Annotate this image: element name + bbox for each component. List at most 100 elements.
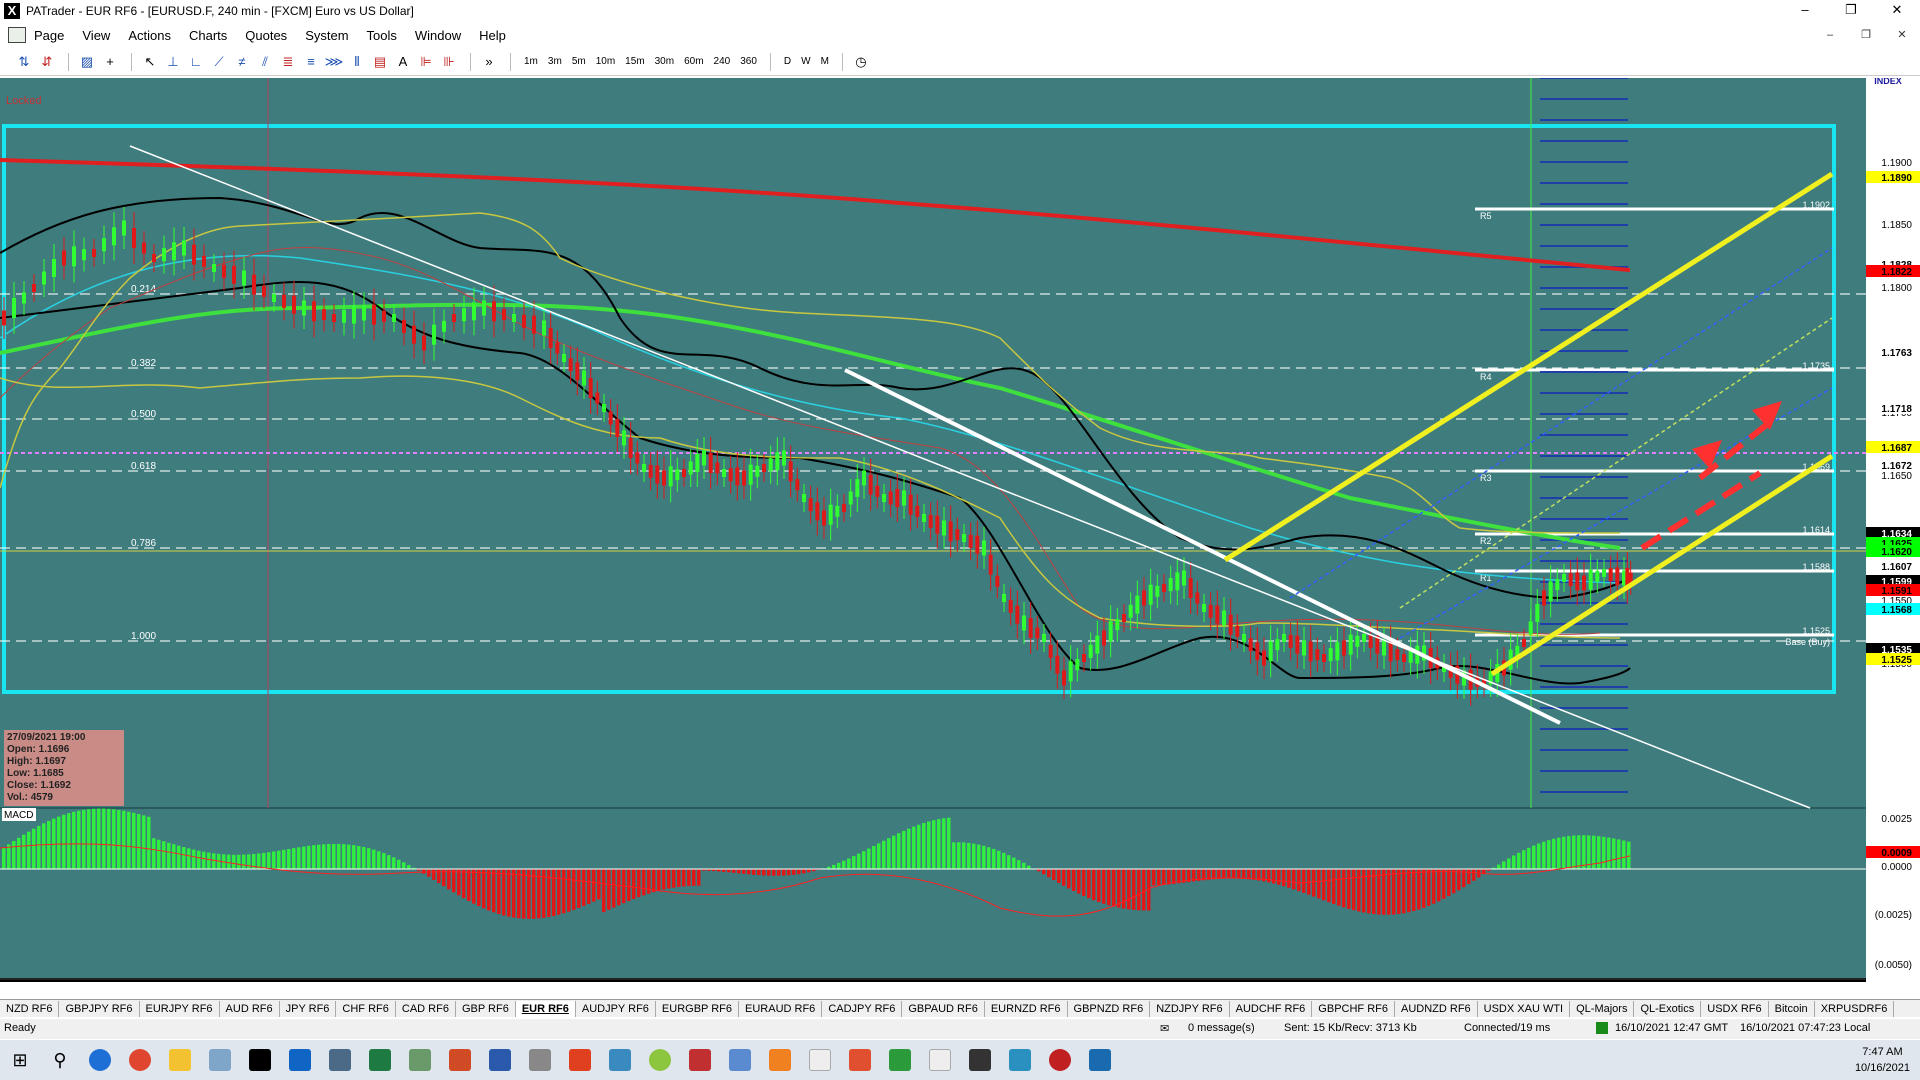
status-messages[interactable]: 0 message(s) — [1188, 1022, 1255, 1034]
symbol-tab[interactable]: GBP RF6 — [456, 1000, 516, 1017]
symbol-tab[interactable]: NZD RF6 — [0, 1000, 60, 1017]
menu-system[interactable]: System — [305, 28, 348, 43]
trend-line-icon[interactable]: ⟋ — [209, 52, 229, 72]
mdi-minimize-button[interactable]: – — [1812, 24, 1848, 46]
symbol-tab[interactable]: XRPUSDRF6 — [1815, 1000, 1895, 1017]
app-icon-10[interactable] — [920, 1040, 960, 1080]
minimize-button[interactable]: – — [1782, 0, 1828, 22]
patrader-taskbar-icon[interactable] — [240, 1040, 280, 1080]
rectangle-icon[interactable]: ▤ — [370, 52, 390, 72]
maximize-button[interactable]: ❐ — [1828, 0, 1874, 22]
symbol-tab[interactable]: JPY RF6 — [280, 1000, 337, 1017]
search-icon[interactable]: ⚲ — [40, 1040, 80, 1080]
app-icon-11[interactable] — [960, 1040, 1000, 1080]
symbol-tab[interactable]: EUR RF6 — [515, 1000, 576, 1017]
spreadsheet-icon[interactable] — [400, 1040, 440, 1080]
notepad-icon[interactable] — [200, 1040, 240, 1080]
timeframe-360[interactable]: 360 — [740, 56, 757, 67]
price-chart[interactable]: 0.214 0.382 0.500 0.618 0.786 1.000 R5 1.1902 R… — [0, 78, 1920, 982]
period-monthly[interactable]: M — [821, 56, 829, 67]
levels-icon[interactable]: ⊪ — [439, 52, 459, 72]
horizontal-line-icon[interactable]: ⊥ — [163, 52, 183, 72]
mdi-restore-button[interactable]: ❐ — [1848, 24, 1884, 46]
mdi-close-button[interactable]: ✕ — [1884, 24, 1920, 46]
symbol-tab[interactable]: GBPJPY RF6 — [59, 1000, 140, 1017]
snagit-icon[interactable] — [560, 1040, 600, 1080]
timeframe-30m[interactable]: 30m — [655, 56, 674, 67]
buy-icon[interactable]: ⇅ — [14, 52, 34, 72]
edge-icon[interactable] — [80, 1040, 120, 1080]
symbol-tab[interactable]: AUD RF6 — [220, 1000, 280, 1017]
symbol-tab[interactable]: QL-Majors — [1570, 1000, 1635, 1017]
timeframe-60m[interactable]: 60m — [684, 56, 703, 67]
menu-charts[interactable]: Charts — [189, 28, 227, 43]
symbol-tab[interactable]: CADJPY RF6 — [822, 1000, 903, 1017]
app-icon-9[interactable] — [880, 1040, 920, 1080]
text-icon[interactable]: A — [393, 52, 413, 72]
mail-icon[interactable]: ✉ — [1160, 1022, 1169, 1035]
close-button[interactable]: ✕ — [1874, 0, 1920, 22]
chrome-icon[interactable] — [120, 1040, 160, 1080]
symbol-tab[interactable]: AUDNZD RF6 — [1395, 1000, 1478, 1017]
more-chevron-icon[interactable]: » — [479, 52, 499, 72]
cursor-icon[interactable]: ↖ — [140, 52, 160, 72]
sell-icon[interactable]: ⇵ — [37, 52, 57, 72]
crosshair-icon[interactable]: + — [100, 52, 120, 72]
symbol-tab[interactable]: QL-Exotics — [1634, 1000, 1702, 1017]
app-icon-2[interactable] — [600, 1040, 640, 1080]
start-icon[interactable]: ⊞ — [0, 1040, 40, 1080]
symbol-tab[interactable]: EURGBP RF6 — [656, 1000, 740, 1017]
timeframe-3m[interactable]: 3m — [548, 56, 562, 67]
clock-icon[interactable]: ◷ — [851, 52, 871, 72]
menu-window[interactable]: Window — [415, 28, 461, 43]
period-daily[interactable]: D — [784, 56, 791, 67]
channel-icon[interactable]: ≠ — [232, 52, 252, 72]
app-icon-3[interactable] — [640, 1040, 680, 1080]
symbol-tab[interactable]: Bitcoin — [1769, 1000, 1815, 1017]
timeframe-240[interactable]: 240 — [714, 56, 731, 67]
menu-quotes[interactable]: Quotes — [245, 28, 287, 43]
app-icon-13[interactable] — [1040, 1040, 1080, 1080]
app-icon-12[interactable] — [1000, 1040, 1040, 1080]
symbol-tab[interactable]: CAD RF6 — [396, 1000, 456, 1017]
symbol-tab[interactable]: EURAUD RF6 — [739, 1000, 823, 1017]
menu-actions[interactable]: Actions — [128, 28, 171, 43]
symbol-tab[interactable]: GBPNZD RF6 — [1068, 1000, 1151, 1017]
period-weekly[interactable]: W — [801, 56, 810, 67]
symbol-tab[interactable]: GBPAUD RF6 — [902, 1000, 985, 1017]
app-icon-4[interactable] — [680, 1040, 720, 1080]
chart-canvas[interactable]: 0.214 0.382 0.500 0.618 0.786 1.000 R5 1.1902 R… — [0, 78, 1920, 982]
calculator-icon[interactable] — [320, 1040, 360, 1080]
menu-page[interactable]: Page — [34, 28, 64, 43]
fib-retracement-icon[interactable]: ≣ — [278, 52, 298, 72]
app-icon-14[interactable] — [1080, 1040, 1120, 1080]
menu-help[interactable]: Help — [479, 28, 506, 43]
symbol-tab[interactable]: EURNZD RF6 — [985, 1000, 1068, 1017]
menu-tools[interactable]: Tools — [367, 28, 397, 43]
menu-view[interactable]: View — [82, 28, 110, 43]
symbol-tab[interactable]: USDX XAU WTI — [1478, 1000, 1571, 1017]
system-clock[interactable]: 7:47 AM 10/16/2021 — [1855, 1044, 1910, 1076]
excel-icon[interactable] — [360, 1040, 400, 1080]
symbol-tab[interactable]: NZDJPY RF6 — [1150, 1000, 1230, 1017]
app-icon-1[interactable] — [520, 1040, 560, 1080]
cycle-lines-icon[interactable]: ⦀ — [347, 52, 367, 72]
vertical-line-icon[interactable]: ∟ — [186, 52, 206, 72]
channel-upper-line[interactable] — [1223, 171, 1834, 563]
app-icon-5[interactable] — [720, 1040, 760, 1080]
symbol-tab[interactable]: AUDJPY RF6 — [576, 1000, 656, 1017]
symbol-tab[interactable]: EURJPY RF6 — [140, 1000, 220, 1017]
app-icon-7[interactable] — [800, 1040, 840, 1080]
fib-extension-icon[interactable]: ≡ — [301, 52, 321, 72]
chart-type-icon[interactable]: ▨ — [77, 52, 97, 72]
timeframe-15m[interactable]: 15m — [625, 56, 644, 67]
symbol-tab[interactable]: CHF RF6 — [336, 1000, 396, 1017]
app-icon-6[interactable] — [760, 1040, 800, 1080]
file-explorer-icon[interactable] — [160, 1040, 200, 1080]
symbol-tab[interactable]: AUDCHF RF6 — [1230, 1000, 1313, 1017]
app-icon-8[interactable] — [840, 1040, 880, 1080]
powerpoint-icon[interactable] — [440, 1040, 480, 1080]
timeframe-10m[interactable]: 10m — [596, 56, 615, 67]
symbol-tab[interactable]: GBPCHF RF6 — [1312, 1000, 1395, 1017]
outlook-icon[interactable] — [280, 1040, 320, 1080]
